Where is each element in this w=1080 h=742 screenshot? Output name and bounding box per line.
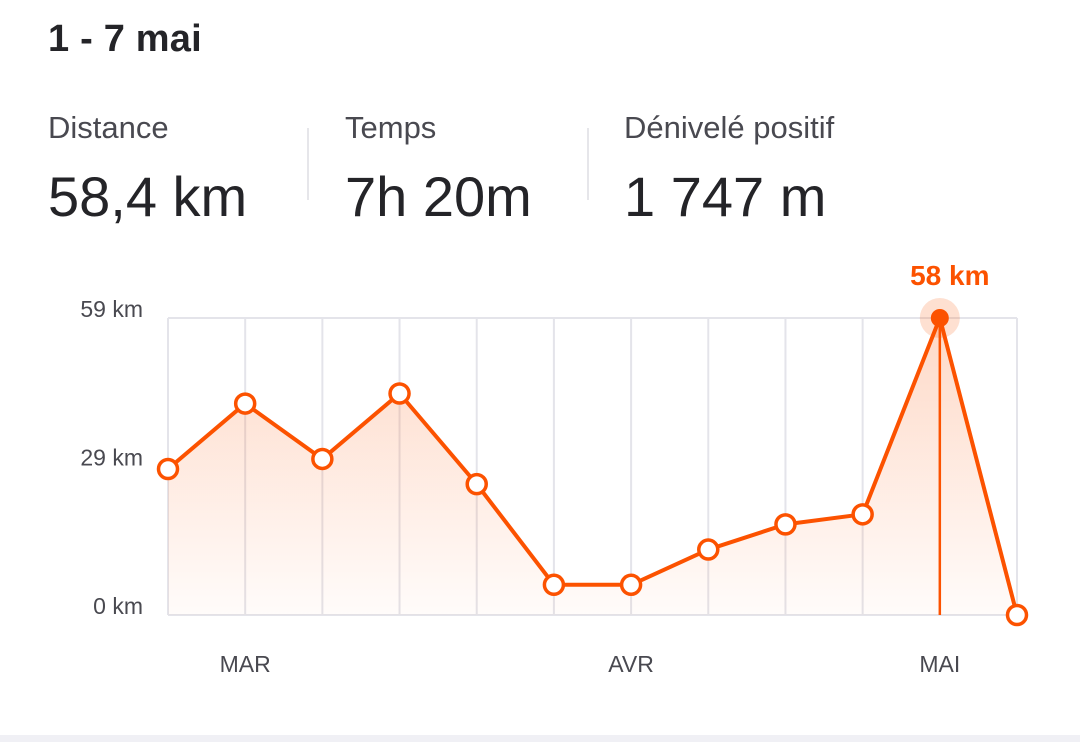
stat-divider xyxy=(307,128,309,200)
stat-divider xyxy=(587,128,589,200)
data-point[interactable] xyxy=(851,503,874,526)
stat-elevation-label: Dénivelé positif xyxy=(624,110,835,145)
data-point[interactable] xyxy=(774,513,797,536)
data-point[interactable] xyxy=(233,392,257,415)
data-point[interactable] xyxy=(465,472,488,496)
stat-elevation-value: 1 747 m xyxy=(624,165,827,228)
stat-distance-label: Distance xyxy=(48,110,169,145)
data-point[interactable] xyxy=(697,538,720,561)
stat-distance-value: 58,4 km xyxy=(48,165,248,228)
data-point[interactable] xyxy=(156,457,180,481)
y-tick-label: 0 km xyxy=(93,593,143,619)
period-title: 1 - 7 mai xyxy=(48,18,202,60)
stat-time-value: 7h 20m xyxy=(345,165,532,228)
highlight-value-label: 58 km xyxy=(910,260,989,291)
x-tick-label: AVR xyxy=(608,651,654,677)
data-point[interactable] xyxy=(542,573,566,597)
x-tick-label: MAR xyxy=(220,651,271,677)
area-fill xyxy=(168,318,1017,615)
bottom-divider xyxy=(0,735,1080,742)
data-point-selected[interactable] xyxy=(930,309,949,327)
stat-time-label: Temps xyxy=(345,110,437,145)
data-point[interactable] xyxy=(388,382,411,405)
stat-elevation: Dénivelé positif 1 747 m xyxy=(624,108,834,230)
data-point[interactable] xyxy=(619,573,643,597)
stat-distance: Distance 58,4 km xyxy=(48,108,247,230)
x-tick-label: MAI xyxy=(919,651,960,677)
data-point[interactable] xyxy=(311,447,334,471)
weekly-distance-chart[interactable]: 58 km 0 km 29 km 59 km MAR AVR MAI xyxy=(0,240,1080,690)
y-tick-label: 29 km xyxy=(80,445,143,471)
y-tick-label: 59 km xyxy=(80,296,143,322)
stat-time: Temps 7h 20m xyxy=(345,108,532,230)
data-point[interactable] xyxy=(1005,603,1029,627)
